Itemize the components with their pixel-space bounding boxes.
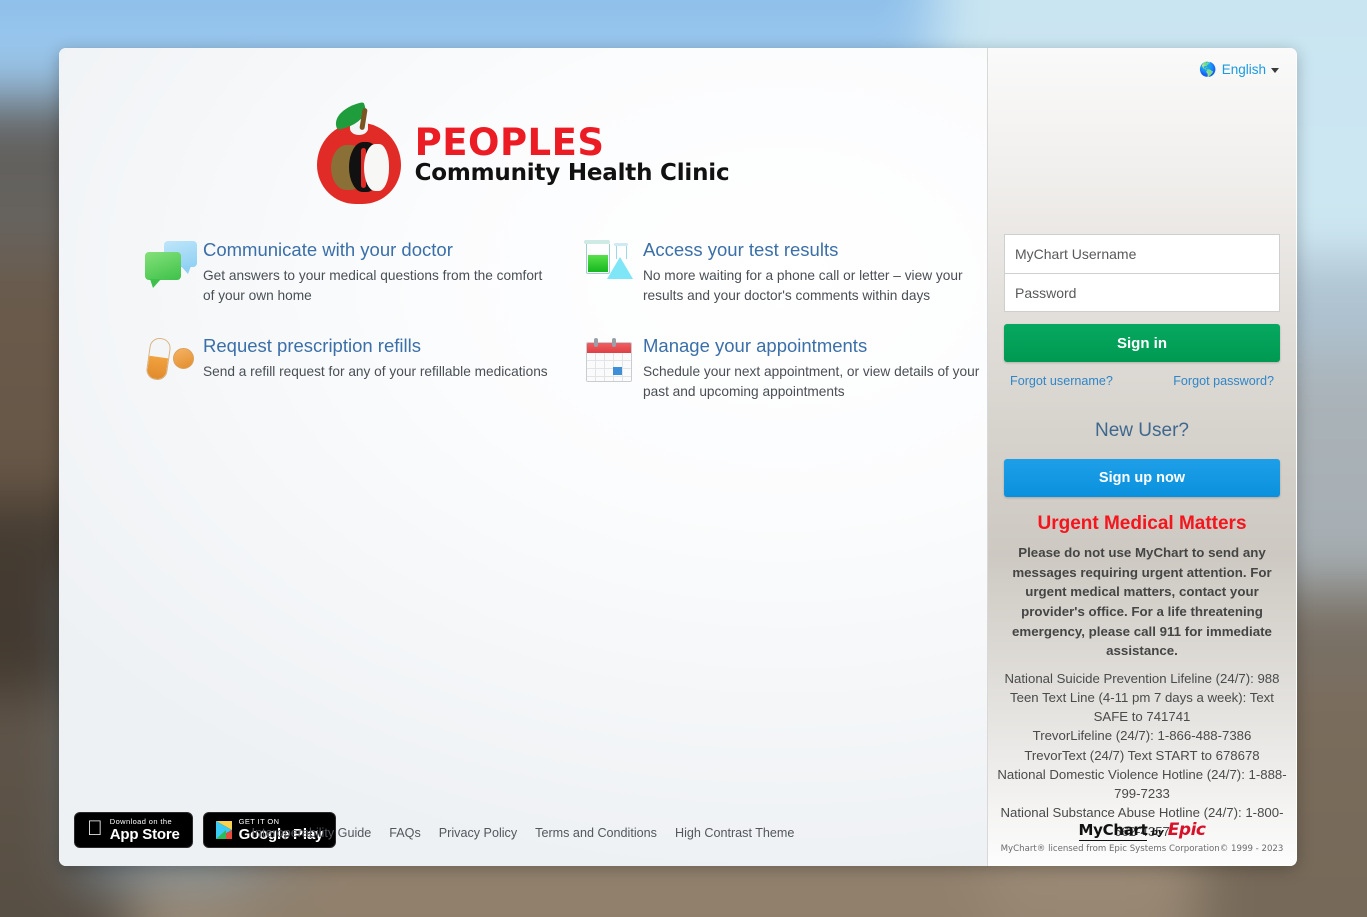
feature-title: Communicate with your doctor [203, 239, 453, 260]
marketing-panel: PEOPLES Community Health Clinic Communic… [59, 48, 988, 866]
feature-description: Send a refill request for any of your re… [203, 364, 548, 380]
calendar-icon [583, 336, 643, 392]
clinic-logo: PEOPLES Community Health Clinic [59, 100, 987, 208]
hotline-item: National Domestic Violence Hotline (24/7… [997, 766, 1287, 801]
forgot-username-link[interactable]: Forgot username? [1010, 374, 1113, 388]
feature-item-test-results: Access your test results No more waiting… [583, 239, 1023, 306]
username-input[interactable] [1004, 234, 1280, 273]
feature-item-prescription-refills: Request prescription refills Send a refi… [143, 335, 583, 402]
feature-title: Request prescription refills [203, 335, 421, 357]
logo-secondary-text: Community Health Clinic [414, 159, 730, 186]
chat-bubbles-icon [143, 240, 203, 296]
language-label: English [1221, 62, 1266, 77]
feature-item-communicate: Communicate with your doctor Get answers… [143, 239, 583, 306]
feature-description: Get answers to your medical questions fr… [203, 268, 543, 304]
by-label: by [1151, 828, 1164, 838]
footer-link-bar: Interoperability Guide FAQs Privacy Poli… [59, 826, 987, 840]
epic-branding: MyChart by Epic MyChart® licensed from E… [988, 820, 1296, 854]
footer-link-interoperability-guide[interactable]: Interoperability Guide [252, 826, 372, 840]
language-selector[interactable]: 🌎 English [1199, 61, 1279, 78]
footer-link-high-contrast-theme[interactable]: High Contrast Theme [675, 826, 794, 840]
footer-link-faqs[interactable]: FAQs [389, 826, 421, 840]
urgent-medical-matters-text: Please do not use MyChart to send any me… [1012, 545, 1272, 659]
hotline-item: Teen Text Line (4-11 pm 7 days a week): … [1010, 690, 1274, 725]
lab-beaker-flask-icon [583, 240, 643, 296]
epic-wordmark: Epic [1167, 820, 1206, 840]
hotline-list: National Suicide Prevention Lifeline (24… [996, 669, 1288, 841]
mychart-by-epic-logo: MyChart by Epic [1078, 820, 1206, 841]
mychart-wordmark: MyChart [1078, 821, 1148, 841]
google-play-badge-small-text: GET IT ON [222, 816, 279, 826]
login-panel: 🌎 English Sign in Forgot username? Forgo… [988, 48, 1296, 866]
feature-title: Access your test results [643, 239, 839, 260]
hotline-item: TrevorText (24/7) Text START to 678678 [1024, 747, 1260, 763]
globe-icon: 🌎 [1199, 61, 1217, 77]
pill-capsule-icon [143, 336, 203, 392]
password-input[interactable] [1004, 273, 1280, 312]
feature-item-appointments: Manage your appointments Schedule your n… [583, 335, 1023, 402]
hotline-item: TrevorLifeline (24/7): 1-866-488-7386 [1032, 728, 1252, 744]
feature-description: No more waiting for a phone call or lett… [643, 268, 963, 304]
feature-description: Schedule your next appointment, or view … [643, 364, 980, 400]
login-form: Sign in Forgot username? Forgot password… [1004, 234, 1280, 388]
feature-list: Communicate with your doctor Get answers… [143, 239, 1023, 432]
login-page-card: PEOPLES Community Health Clinic Communic… [59, 48, 1297, 866]
chevron-down-icon [1271, 68, 1279, 73]
apple-with-faces-logo-icon [316, 101, 401, 204]
forgot-password-link[interactable]: Forgot password? [1173, 374, 1274, 388]
footer-link-privacy-policy[interactable]: Privacy Policy [439, 826, 517, 840]
hotline-item: National Suicide Prevention Lifeline (24… [1004, 671, 1280, 686]
epic-license-text: MyChart® licensed from Epic Systems Corp… [1000, 844, 1284, 854]
footer-link-terms-and-conditions[interactable]: Terms and Conditions [535, 826, 657, 840]
sign-up-now-button[interactable]: Sign up now [1004, 459, 1280, 497]
logo-primary-text: PEOPLES [414, 120, 605, 164]
new-user-heading: New User? [1095, 420, 1189, 441]
sign-in-button[interactable]: Sign in [1004, 324, 1280, 362]
urgent-medical-matters-heading: Urgent Medical Matters [1037, 513, 1247, 534]
feature-title: Manage your appointments [643, 335, 868, 357]
app-store-badge-small-text: Download on the [94, 816, 172, 826]
